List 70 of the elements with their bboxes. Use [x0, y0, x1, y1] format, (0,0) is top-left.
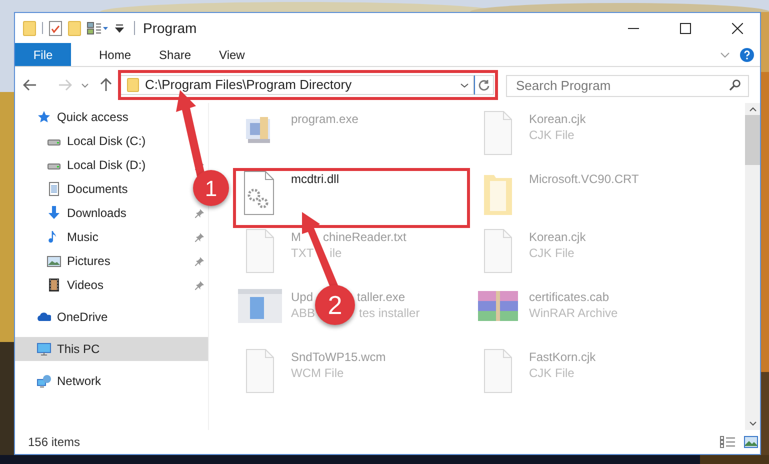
nav-item[interactable]: Local Disk (C:): [15, 129, 152, 153]
nav-item[interactable]: Network: [15, 369, 108, 393]
search-icon[interactable]: [729, 79, 741, 91]
file-name: M: [291, 229, 301, 245]
nav-item[interactable]: Music: [15, 225, 104, 249]
download-arrow-icon: [47, 206, 61, 220]
file-name: chineReader.txt: [323, 229, 406, 245]
file-name: SndToWP15.wcm: [291, 349, 386, 365]
file-type: tes installer: [359, 305, 420, 321]
file-name: Korean.cjk: [529, 229, 586, 245]
large-icons-view-icon[interactable]: [744, 436, 758, 448]
file-name: FastKorn.cjk: [529, 349, 596, 365]
ribbon-tab[interactable]: View: [205, 43, 259, 66]
file-name: program.exe: [291, 111, 358, 127]
nav-item[interactable]: This PC: [15, 337, 208, 361]
file-name: Korean.cjk: [529, 111, 586, 127]
scroll-down-icon[interactable]: [748, 421, 756, 426]
film-icon: [47, 278, 61, 292]
file-name: taller.exe: [357, 289, 406, 305]
customize-toolbar-icon[interactable]: [115, 23, 124, 33]
scroll-thumb[interactable]: [745, 115, 760, 165]
help-icon[interactable]: [740, 48, 754, 62]
details-view-icon[interactable]: [720, 436, 736, 448]
window-title: Program: [143, 18, 197, 38]
file-type: WCM File: [291, 365, 344, 381]
file-type: ile: [330, 245, 342, 261]
maximize-icon: [680, 22, 690, 34]
file-type: ABB: [291, 305, 316, 321]
picture-icon: [47, 254, 61, 268]
refresh-button[interactable]: [474, 75, 494, 95]
close-icon: [732, 22, 742, 34]
file-name: mcdtri.dll: [291, 171, 340, 187]
file-type: TXT: [291, 245, 314, 261]
address-bar[interactable]: C:\Program Files\Program Directory: [120, 75, 474, 95]
monitor-icon: [37, 342, 51, 356]
nav-item[interactable]: Quick access: [15, 105, 134, 129]
file-type: CJK File: [529, 365, 574, 381]
file-name: Upd: [291, 289, 314, 305]
network-icon: [37, 374, 51, 388]
file-type: WinRAR Archive: [529, 305, 618, 321]
scroll-up-icon[interactable]: [748, 107, 756, 112]
folder-icon: [127, 78, 139, 92]
dropdown-icon[interactable]: [460, 82, 469, 88]
file-type: CJK File: [529, 245, 574, 261]
expand-ribbon-icon[interactable]: [720, 52, 730, 58]
ribbon-tab[interactable]: Home: [85, 43, 146, 66]
address-path: C:\Program Files\Program Directory: [145, 76, 352, 94]
file-type: CJK File: [529, 127, 574, 143]
cloud-icon: [37, 310, 51, 324]
nav-item[interactable]: Pictures: [15, 249, 116, 273]
file-name: Microsoft.VC90.CRT: [529, 171, 639, 187]
view-dropdown-icon[interactable]: [87, 22, 109, 34]
recent-locations-icon[interactable]: [81, 82, 89, 88]
star-icon: [37, 110, 51, 124]
nav-item[interactable]: Downloads: [15, 201, 132, 225]
nav-item[interactable]: Local Disk (D:): [15, 153, 152, 177]
search-field[interactable]: Search Program: [506, 74, 749, 96]
up-arrow-icon[interactable]: [100, 78, 112, 92]
scroll-bar[interactable]: [745, 103, 760, 430]
refresh-icon: [478, 79, 490, 91]
nav-item[interactable]: Documents: [15, 177, 134, 201]
nav-item[interactable]: OneDrive: [15, 305, 114, 329]
ribbon-tab[interactable]: File: [15, 43, 71, 66]
document-icon: [47, 182, 61, 196]
back-arrow-icon[interactable]: [23, 79, 37, 91]
ribbon-tab[interactable]: Share: [145, 43, 206, 66]
item-count: 156 items: [28, 434, 80, 451]
file-name: certificates.cab: [529, 289, 610, 305]
properties-icon[interactable]: [49, 20, 62, 36]
nav-item[interactable]: Videos: [15, 273, 110, 297]
